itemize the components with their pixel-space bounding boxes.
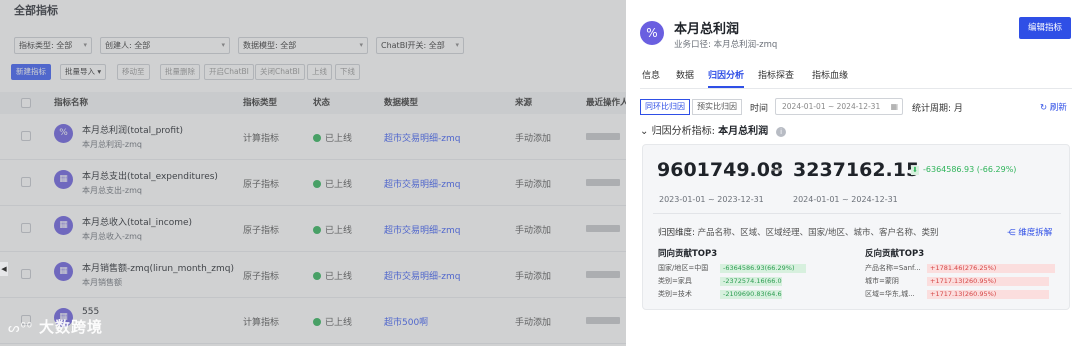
change-badge: ⬇ -6364586.93 (-66.29%) [911,165,1016,175]
tab-attribution[interactable]: 归因分析 [708,68,744,81]
contrib-bar: -2372574.16(66.07%) [720,277,782,286]
metric-detail-drawer: % 本月总利润 业务口径: 本月总利润-zmq 编辑指标 信息 数据 归因分析 … [626,0,1080,346]
current-period: 2024-01-01 ~ 2024-12-31 [793,195,898,204]
attribution-label: 归因分析指标: [651,126,715,137]
attribution-dimensions: 归因维度: 产品名称、区域、区域经理、国家/地区、城市、客户名称、类别 [658,226,938,238]
attribution-header: ⌄ 归因分析指标: 本月总利润 i [640,122,787,137]
tab-lineage[interactable]: 指标血缘 [812,68,848,81]
info-icon[interactable]: i [776,127,787,137]
dims-label: 归因维度: [658,228,695,238]
attribution-card: 9601749.08 ➙ 3237162.15 ⬇ -6364586.93 (-6… [642,144,1070,310]
current-value: 3237162.15 [793,159,920,181]
yoy-attribution-toggle[interactable]: 同环比归因 [640,99,690,115]
contrib-key: 国家/地区=中国 [658,264,709,272]
contrib-bar: -6364586.93(66.29%) [720,264,806,273]
forecast-attribution-toggle[interactable]: 预实比归因 [692,99,742,115]
contrib-key: 类别=家具 [658,277,692,285]
collapse-sidebar-handle[interactable]: ◀ [0,262,8,276]
tab-info[interactable]: 信息 [642,68,660,81]
negative-top3-title: 反向贡献TOP3 [865,249,925,259]
divider [653,213,1061,214]
contrib-key: 城市=蒙阴 [865,277,899,285]
attribution-metric: 本月总利润 [718,126,769,137]
drawer-subtitle: 业务口径: 本月总利润-zmq [674,40,778,50]
refresh-label: 刷新 [1049,103,1067,113]
arrow-down-icon: ⬇ [911,166,919,175]
contrib-key: 类别=技术 [658,290,692,298]
contrib-key: 区域=华东,城... [865,290,915,298]
base-value: 9601749.08 [657,159,784,181]
tab-divider [640,88,1072,89]
edit-metric-button[interactable]: 编辑指标 [1019,17,1071,39]
dimension-breakdown-button[interactable]: ⋲ 维度拆解 [1007,226,1052,238]
contrib-bar: +1781.46(276.25%) [927,264,1055,273]
watermark: ᔕ⁰⁰ 大数跨境 [8,316,103,337]
breakdown-label: 维度拆解 [1018,228,1053,238]
contrib-item: 国家/地区=中国 -6364586.93(66.29%) [658,263,850,273]
base-period: 2023-01-01 ~ 2023-12-31 [659,195,764,204]
chevron-down-icon[interactable]: ⌄ [640,126,648,137]
time-label: 时间 [750,104,769,114]
metric-list-panel: 全部指标 指标类型: 全部 ▾ 创建人: 全部 ▾ 数据模型: 全部 ▾ ChatBI… [0,0,626,346]
dims-value: 产品名称、区域、区域经理、国家/地区、城市、客户名称、类别 [697,228,939,238]
refresh-button[interactable]: ↻ 刷新 [1040,101,1067,113]
contrib-item: 区域=华东,城... +1717.13(260.95%) [865,289,1055,299]
date-range-value: 2024-01-01 ~ 2024-12-31 [782,102,881,111]
period-label: 统计周期: 月 [912,104,963,114]
contrib-bar: -2109690.83(64.60%) [720,290,782,299]
breakdown-icon: ⋲ [1007,228,1016,238]
refresh-icon: ↻ [1040,103,1048,113]
chevron-left-icon: ◀ [1,265,7,273]
contrib-item: 城市=蒙阴 +1717.13(260.95%) [865,276,1055,286]
percent-icon: % [640,21,664,45]
contrib-bar: +1717.13(260.95%) [927,277,1049,286]
change-value: -6364586.93 (-66.29%) [923,165,1017,174]
contrib-key: 产品名称=Sanf... [865,264,921,272]
watermark-text: 大数跨境 [39,318,104,336]
contrib-item: 类别=技术 -2109690.83(64.60%) [658,289,850,299]
drawer-title: 本月总利润 [674,22,740,37]
arrow-right-icon: ➙ [771,163,782,178]
app-root: 全部指标 指标类型: 全部 ▾ 创建人: 全部 ▾ 数据模型: 全部 ▾ ChatBI… [0,0,1080,346]
tab-data[interactable]: 数据 [676,68,694,81]
contrib-bar: +1717.13(260.95%) [927,290,1049,299]
drawer-backdrop[interactable] [0,0,626,346]
contrib-item: 产品名称=Sanf... +1781.46(276.25%) [865,263,1055,273]
positive-top3-title: 同向贡献TOP3 [658,249,718,259]
date-range-picker[interactable]: 2024-01-01 ~ 2024-12-31 ▦ [775,98,903,115]
calendar-icon: ▦ [890,102,898,111]
contrib-item: 类别=家具 -2372574.16(66.07%) [658,276,850,286]
watermark-logo-icon: ᔕ⁰⁰ [8,321,34,336]
tab-explore[interactable]: 指标探查 [758,68,794,81]
